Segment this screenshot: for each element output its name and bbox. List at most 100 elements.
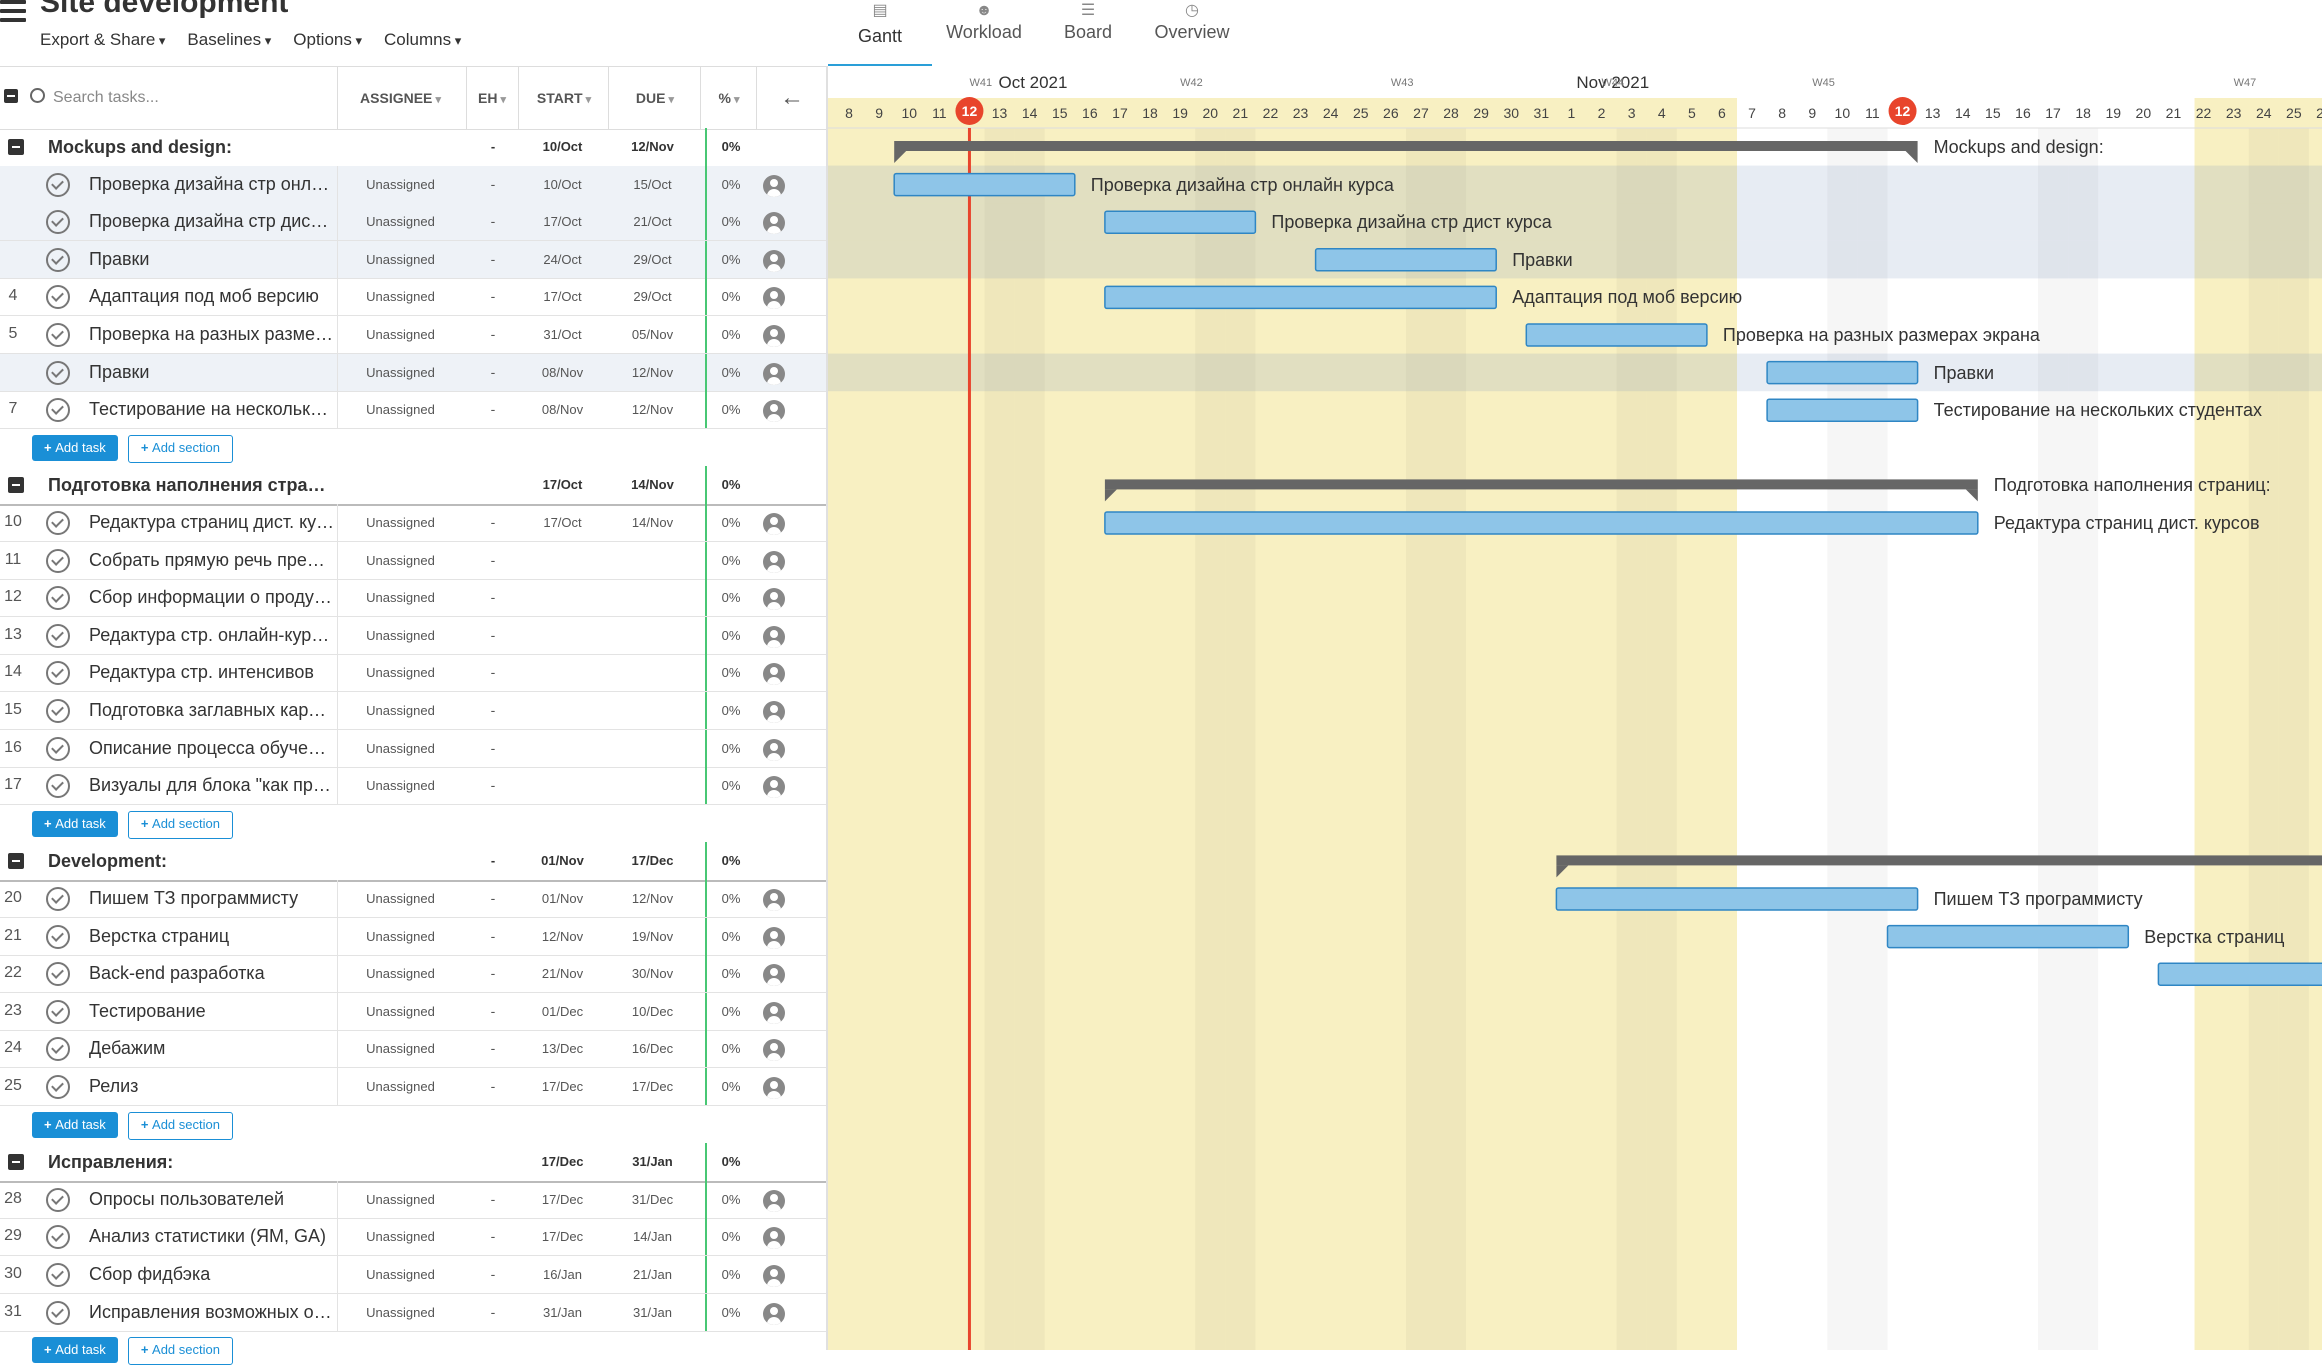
complete-checkbox-icon[interactable]: [46, 172, 70, 197]
column-assignee[interactable]: ASSIGNEE: [337, 67, 463, 129]
task-eh[interactable]: -: [468, 278, 518, 315]
complete-checkbox-icon[interactable]: [46, 999, 70, 1024]
search-tasks-input[interactable]: Search tasks...: [30, 81, 330, 115]
task-eh[interactable]: -: [468, 542, 518, 579]
task-due[interactable]: 19/Nov: [610, 918, 695, 955]
task-row[interactable]: 7 Тестирование на нескольких студентахUna…: [0, 391, 828, 430]
avatar-icon[interactable]: [763, 400, 785, 423]
task-assignee[interactable]: Unassigned: [337, 917, 463, 955]
task-name[interactable]: Back-end разработка: [89, 963, 334, 984]
avatar-icon[interactable]: [763, 588, 785, 611]
task-percent[interactable]: 0%: [705, 955, 755, 993]
task-assignee[interactable]: Unassigned: [337, 955, 463, 993]
task-percent[interactable]: 0%: [705, 1068, 755, 1105]
section-row[interactable]: Mockups and design: - 10/Oct 12/Nov 0%: [0, 128, 828, 168]
task-start[interactable]: 17/Oct: [520, 278, 605, 315]
avatar-icon[interactable]: [763, 1227, 785, 1250]
task-assignee[interactable]: Unassigned: [337, 240, 463, 278]
complete-checkbox-icon[interactable]: [46, 699, 70, 723]
task-due[interactable]: 29/Oct: [610, 241, 695, 278]
task-due[interactable]: 17/Dec: [610, 1068, 695, 1105]
task-name[interactable]: Правки: [89, 362, 334, 383]
task-name[interactable]: Исправления возможных ошибок: [89, 1302, 334, 1323]
task-row[interactable]: Правки Unassigned -24/Oct 29/Oct 0%: [0, 240, 828, 279]
task-assignee[interactable]: Unassigned: [337, 654, 463, 692]
task-assignee[interactable]: Unassigned: [337, 165, 463, 203]
task-row[interactable]: 23 Тестирование Unassigned -01/Dec 10/Dec 0%: [0, 992, 828, 1031]
task-percent[interactable]: 0%: [705, 1293, 755, 1331]
task-assignee[interactable]: Unassigned: [337, 692, 463, 729]
task-assignee[interactable]: Unassigned: [337, 504, 463, 541]
complete-checkbox-icon[interactable]: [46, 887, 70, 911]
task-start[interactable]: 12/Nov: [520, 918, 605, 955]
collapse-all-icon[interactable]: [4, 89, 18, 103]
task-due[interactable]: 10/Dec: [610, 993, 695, 1030]
task-row[interactable]: 10 Редактура страниц дист. курсов Unassign…: [0, 504, 828, 542]
task-due[interactable]: 14/Jan: [610, 1218, 695, 1255]
complete-checkbox-icon[interactable]: [46, 360, 70, 385]
add-task-button[interactable]: Add task: [32, 434, 118, 461]
column-percent[interactable]: %: [700, 67, 757, 129]
task-assignee[interactable]: Unassigned: [337, 1293, 463, 1331]
task-eh[interactable]: -: [468, 730, 518, 767]
task-name[interactable]: Тестирование на нескольких студентах: [89, 399, 334, 420]
task-assignee[interactable]: Unassigned: [337, 391, 463, 429]
task-eh[interactable]: -: [468, 354, 518, 391]
task-assignee[interactable]: Unassigned: [337, 1030, 463, 1068]
task-eh[interactable]: -: [468, 1068, 518, 1105]
task-due[interactable]: 30/Nov: [610, 955, 695, 992]
add-task-button[interactable]: Add task: [32, 1111, 118, 1138]
complete-checkbox-icon[interactable]: [46, 661, 70, 686]
add-section-button[interactable]: Add section: [127, 810, 233, 839]
section-row[interactable]: Исправления: 17/Dec 31/Jan 0%: [0, 1143, 828, 1184]
task-start[interactable]: 17/Oct: [520, 203, 605, 240]
task-eh[interactable]: -: [468, 955, 518, 992]
task-assignee[interactable]: Unassigned: [337, 1256, 463, 1293]
complete-checkbox-icon[interactable]: [46, 1187, 70, 1212]
baselines-menu[interactable]: Baselines: [187, 30, 271, 50]
task-name[interactable]: Адаптация под моб версию: [89, 286, 334, 307]
task-name[interactable]: Опросы пользователей: [89, 1189, 334, 1210]
options-menu[interactable]: Options: [293, 30, 362, 50]
task-assignee[interactable]: Unassigned: [337, 1068, 463, 1105]
task-assignee[interactable]: Unassigned: [337, 1180, 463, 1218]
task-percent[interactable]: 0%: [705, 278, 755, 316]
task-start[interactable]: 17/Dec: [520, 1068, 605, 1105]
tab-workload[interactable]: ☻ Workload: [932, 0, 1036, 64]
task-name[interactable]: Верстка страниц: [89, 926, 334, 947]
task-eh[interactable]: -: [468, 241, 518, 278]
task-eh[interactable]: -: [468, 654, 518, 691]
task-eh[interactable]: -: [468, 767, 518, 804]
complete-checkbox-icon[interactable]: [46, 586, 70, 611]
avatar-icon[interactable]: [763, 1077, 785, 1099]
avatar-icon[interactable]: [763, 287, 785, 310]
avatar-icon[interactable]: [763, 889, 785, 911]
complete-checkbox-icon[interactable]: [46, 1037, 70, 1062]
task-name[interactable]: Собрать прямую речь преподавателей: [89, 550, 334, 571]
task-row[interactable]: 21 Верстка страниц Unassigned -12/Nov 19/Nov…: [0, 917, 828, 956]
task-name[interactable]: Проверка дизайна стр онлайн курса: [89, 174, 334, 195]
avatar-icon[interactable]: [763, 1189, 785, 1212]
task-row[interactable]: 4 Адаптация под моб версию Unassigned -17/O…: [0, 278, 828, 317]
task-start[interactable]: 13/Dec: [520, 1030, 605, 1067]
task-assignee[interactable]: Unassigned: [337, 767, 463, 805]
avatar-icon[interactable]: [763, 362, 785, 385]
hamburger-menu-icon[interactable]: [0, 0, 26, 22]
complete-checkbox-icon[interactable]: [46, 1225, 70, 1250]
avatar-icon[interactable]: [763, 1039, 785, 1062]
add-task-button[interactable]: Add task: [32, 810, 118, 837]
task-due[interactable]: 12/Nov: [610, 880, 695, 917]
task-row[interactable]: 15 Подготовка заглавных картинок Unassigne…: [0, 692, 828, 730]
task-row[interactable]: 11 Собрать прямую речь преподавателейUnas…: [0, 541, 828, 580]
task-due[interactable]: 15/Oct: [610, 166, 695, 203]
task-row[interactable]: 14 Редактура стр. интенсивов Unassigned - 0%: [0, 654, 828, 693]
avatar-icon[interactable]: [763, 325, 785, 347]
task-eh[interactable]: -: [468, 617, 518, 654]
task-percent[interactable]: 0%: [705, 579, 755, 617]
task-percent[interactable]: 0%: [705, 353, 755, 391]
task-percent[interactable]: 0%: [705, 165, 755, 203]
task-percent[interactable]: 0%: [705, 767, 755, 805]
task-assignee[interactable]: Unassigned: [337, 353, 463, 391]
complete-checkbox-icon[interactable]: [46, 247, 70, 272]
avatar-icon[interactable]: [763, 663, 785, 686]
